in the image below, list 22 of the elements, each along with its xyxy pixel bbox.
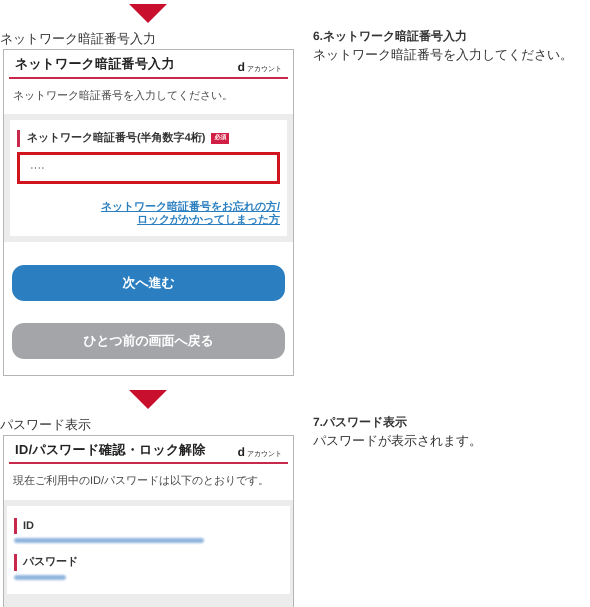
intro-text: 現在ご利用中のID/パスワードは以下のとおりです。 xyxy=(12,474,270,489)
screen-title: ネットワーク暗証番号入力 xyxy=(15,55,175,73)
step-heading: 6.ネットワーク暗証番号入力 xyxy=(313,28,468,45)
step-caption: パスワード表示 xyxy=(0,416,92,432)
step-caption: ネットワーク暗証番号入力 xyxy=(0,31,157,47)
blurred-value xyxy=(14,574,66,580)
back-button[interactable]: ひとつ前の画面へ戻る xyxy=(12,322,285,358)
step-description: パスワードが表示されます。 xyxy=(313,432,482,450)
down-arrow-icon xyxy=(129,390,167,408)
step-heading: 7.パスワード表示 xyxy=(313,414,408,430)
brand-logo-mark: d xyxy=(238,60,245,72)
screen-title: ID/パスワード確認・ロック解除 xyxy=(15,440,206,458)
brand-logo-mark: d xyxy=(238,446,245,458)
help-link[interactable]: ネットワーク暗証番号をお忘れの方/ ロックがかかってしまった方 xyxy=(100,200,280,226)
field-label: パスワード xyxy=(14,554,283,570)
field-label: ネットワーク暗証番号(半角数字4桁) xyxy=(27,130,206,146)
down-arrow-icon xyxy=(129,4,167,23)
field-label: ID xyxy=(14,518,283,534)
next-button[interactable]: 次へ進む xyxy=(12,264,285,300)
step-description: ネットワーク暗証番号を入力してください。 xyxy=(313,46,573,64)
intro-text: ネットワーク暗証番号を入力してください。 xyxy=(12,88,234,104)
pin-input-field[interactable]: ···· xyxy=(17,152,280,184)
